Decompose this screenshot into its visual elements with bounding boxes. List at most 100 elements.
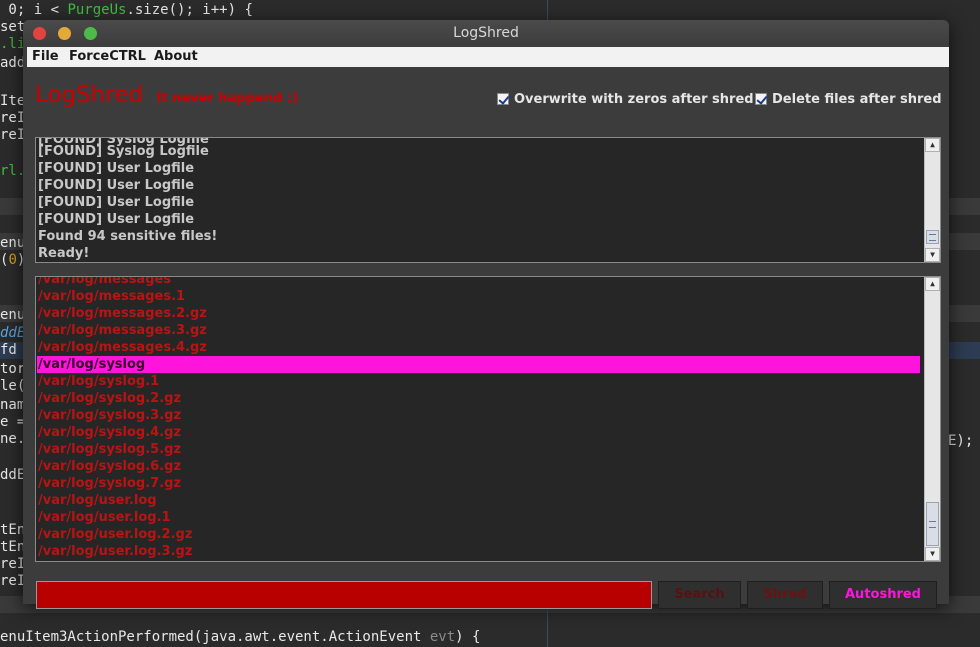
code-line: ddE bbox=[0, 325, 25, 342]
code-token: evt bbox=[429, 629, 456, 645]
file-list-item[interactable]: /var/log/syslog.3.gz bbox=[37, 407, 920, 424]
delete-files-checkbox[interactable] bbox=[755, 93, 767, 105]
code-token: le( bbox=[0, 378, 26, 394]
code-token: enuItem3ActionPerformed(java.awt.event.A… bbox=[0, 629, 430, 645]
menu-forcectrl[interactable]: ForceCTRL bbox=[69, 47, 146, 67]
code-token: .size(); i++) { bbox=[126, 2, 253, 18]
file-list-item[interactable]: /var/log/messages bbox=[37, 277, 920, 288]
log-line: [FOUND] User Logfile bbox=[38, 195, 195, 210]
file-list-item[interactable]: /var/log/syslog.6.gz bbox=[37, 458, 920, 475]
scroll-down-arrow-icon[interactable]: ▼ bbox=[925, 248, 940, 262]
code-token: ne. bbox=[0, 431, 26, 447]
code-token: reI bbox=[0, 573, 26, 589]
scroll-up-arrow-icon[interactable]: ▲ bbox=[925, 277, 940, 291]
file-list-item[interactable]: /var/log/messages.4.gz bbox=[37, 339, 920, 356]
delete-files-label: Delete files after shred bbox=[772, 91, 942, 107]
code-token: enu bbox=[0, 307, 26, 323]
code-line: reI bbox=[0, 127, 25, 144]
scroll-up-arrow-icon[interactable]: ▲ bbox=[925, 138, 940, 152]
code-token: set bbox=[0, 19, 26, 35]
file-list-item[interactable]: /var/log/messages.1 bbox=[37, 288, 920, 305]
file-list-item[interactable]: /var/log/messages.3.gz bbox=[37, 322, 920, 339]
brand-tagline: It never happend ;) bbox=[156, 91, 299, 106]
code-token: enu bbox=[0, 235, 26, 251]
file-list-scrollbar[interactable]: ▲ ▼ bbox=[924, 277, 940, 561]
code-token: e = bbox=[0, 414, 26, 430]
menu-about[interactable]: About bbox=[154, 47, 198, 67]
code-line: tEn bbox=[0, 522, 25, 539]
log-line: [FOUND] Syslog Logfile bbox=[38, 144, 209, 159]
brand-name: LogShred bbox=[35, 82, 143, 108]
code-line: le( bbox=[0, 378, 25, 395]
overwrite-zeros-label: Overwrite with zeros after shred bbox=[514, 91, 754, 107]
code-token: rl. bbox=[0, 163, 26, 179]
code-line: enu bbox=[0, 235, 25, 252]
file-list-item[interactable]: /var/log/user.log bbox=[37, 492, 920, 509]
code-line: ne. bbox=[0, 431, 25, 448]
code-token: ) { bbox=[455, 629, 481, 645]
file-list-item[interactable]: /var/log/user.log.1 bbox=[37, 509, 920, 526]
file-list-item[interactable]: /var/log/syslog.7.gz bbox=[37, 475, 920, 492]
code-line: fd bbox=[0, 342, 17, 359]
code-line: tEn bbox=[0, 539, 25, 556]
file-list-item[interactable]: /var/log/syslog.4.gz bbox=[37, 424, 920, 441]
code-token: reI bbox=[0, 127, 26, 143]
code-token: ddE bbox=[0, 467, 26, 483]
log-output-panel[interactable]: [FOUND] Syslog Logfile [FOUND] Syslog Lo… bbox=[35, 137, 941, 263]
code-line: reI bbox=[0, 573, 25, 590]
main-content: LogShred It never happend ;) Overwrite w… bbox=[27, 67, 949, 609]
code-line: e = bbox=[0, 414, 25, 431]
code-line: ddE bbox=[0, 467, 25, 484]
log-scrollbar[interactable]: ▲ ▼ bbox=[924, 138, 940, 262]
file-list-item[interactable]: /var/log/user.log.3.gz bbox=[37, 543, 920, 560]
code-token: 0; i < bbox=[0, 2, 68, 18]
code-line: reI bbox=[0, 110, 25, 127]
code-line: add bbox=[0, 55, 25, 72]
code-token: reI bbox=[0, 110, 26, 126]
search-input[interactable] bbox=[36, 581, 652, 609]
code-token: add bbox=[0, 55, 26, 71]
code-token: nam bbox=[0, 397, 26, 413]
log-line: [FOUND] User Logfile bbox=[38, 178, 195, 193]
shred-button[interactable]: Shred bbox=[747, 581, 823, 609]
file-list-item[interactable]: /var/log/messages.2.gz bbox=[37, 305, 920, 322]
file-list-item[interactable]: /var/log/syslog.1 bbox=[37, 373, 920, 390]
log-scroll-thumb[interactable] bbox=[926, 230, 939, 244]
file-list-item[interactable]: /var/log/syslog.2.gz bbox=[37, 390, 920, 407]
file-list-item[interactable]: /var/log/syslog.5.gz bbox=[37, 441, 920, 458]
code-line: enuItem3ActionPerformed(java.awt.event.A… bbox=[0, 629, 480, 646]
code-token: 0 bbox=[8, 252, 17, 268]
code-line: nam bbox=[0, 397, 25, 414]
code-line: tor bbox=[0, 361, 25, 378]
code-line: rl. bbox=[0, 163, 25, 180]
overwrite-zeros-option[interactable]: Overwrite with zeros after shred bbox=[497, 91, 754, 107]
code-right-snippet: E); bbox=[948, 433, 974, 449]
code-token: ddE bbox=[0, 325, 26, 341]
log-line: Found 94 sensitive files! bbox=[38, 229, 218, 244]
code-token: reI bbox=[0, 556, 26, 572]
title-bar[interactable]: LogShred bbox=[23, 20, 949, 47]
delete-files-option[interactable]: Delete files after shred bbox=[755, 91, 942, 107]
scroll-down-arrow-icon[interactable]: ▼ bbox=[925, 547, 940, 561]
file-list-item[interactable]: /var/log/user.log.2.gz bbox=[37, 526, 920, 543]
code-line: reI bbox=[0, 556, 25, 573]
menu-bar: File ForceCTRL About bbox=[27, 47, 949, 67]
code-token: tEn bbox=[0, 522, 26, 538]
code-token: tEn bbox=[0, 539, 26, 555]
overwrite-zeros-checkbox[interactable] bbox=[497, 93, 509, 105]
window-title: LogShred bbox=[453, 25, 519, 41]
logshred-window: LogShred File ForceCTRL About LogShred I… bbox=[23, 20, 949, 609]
code-line: 0; i < PurgeUs.size(); i++) { bbox=[0, 2, 253, 19]
code-line: enu bbox=[0, 307, 25, 324]
code-token: tor bbox=[0, 361, 26, 377]
file-list-scroll-thumb[interactable] bbox=[926, 502, 939, 546]
autoshred-button[interactable]: Autoshred bbox=[829, 581, 937, 609]
menu-file[interactable]: File bbox=[32, 47, 59, 67]
log-line: [FOUND] User Logfile bbox=[38, 161, 195, 176]
brand-header: LogShred It never happend ;) bbox=[35, 82, 298, 110]
log-line: [FOUND] User Logfile bbox=[38, 212, 195, 227]
file-list-item-selected[interactable]: /var/log/syslog bbox=[37, 356, 920, 373]
code-token: PurgeUs bbox=[67, 2, 127, 18]
file-list-panel[interactable]: /var/log/messages /var/log/messages.1 /v… bbox=[35, 276, 941, 562]
search-button[interactable]: Search bbox=[658, 581, 741, 609]
